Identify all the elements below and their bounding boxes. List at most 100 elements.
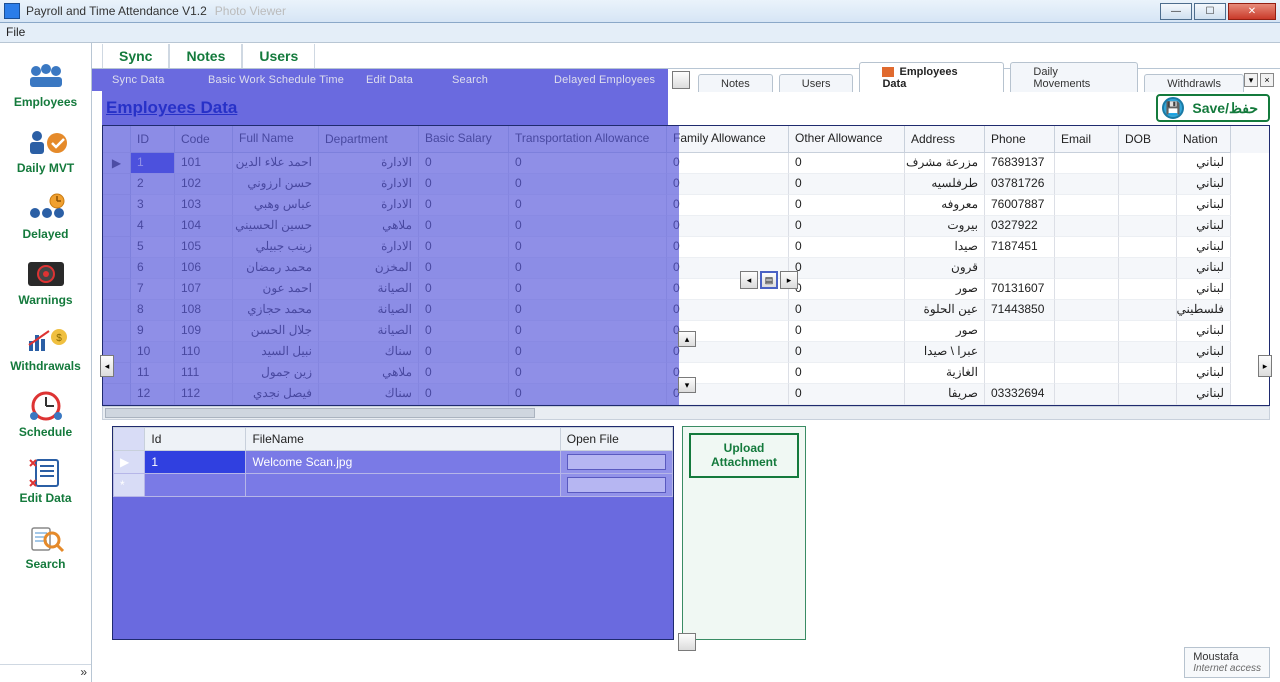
cell-family-allowance[interactable]: 0	[667, 195, 789, 216]
cell-other-allowance[interactable]: 0	[789, 384, 905, 405]
cell-email[interactable]	[1055, 174, 1119, 195]
cell-id[interactable]: 6	[131, 258, 175, 279]
cell-nationality[interactable]: لبناني	[1177, 384, 1231, 405]
doc-tab-users[interactable]: Users	[779, 74, 854, 92]
cell-department[interactable]: سناك	[319, 384, 419, 405]
table-row[interactable]: 6106محمد رمضانالمخزن0000قرونلبناني	[103, 258, 1269, 279]
cell-code[interactable]: 102	[175, 174, 233, 195]
cell-full-name[interactable]: جلال الحسن	[233, 321, 319, 342]
cell-full-name[interactable]: عباس وهبي	[233, 195, 319, 216]
splitter-handle-icon[interactable]	[672, 71, 690, 89]
cell-dob[interactable]	[1119, 300, 1177, 321]
cell-code[interactable]: 105	[175, 237, 233, 258]
splitter-down-button[interactable]: ▾	[678, 377, 696, 393]
table-row[interactable]: ▶1101احمد علاء الدينالادارة0000مزرعة مشر…	[103, 153, 1269, 174]
cell-address[interactable]: عبرا \ صيدا	[905, 342, 985, 363]
cell-full-name[interactable]: زين جمول	[233, 363, 319, 384]
table-row[interactable]: 8108محمد حجازيالصيانة0000عين الحلوة71443…	[103, 300, 1269, 321]
cell-nationality[interactable]: لبناني	[1177, 195, 1231, 216]
tab-close-button[interactable]: ×	[1260, 73, 1274, 87]
cell-basic-salary[interactable]: 0	[419, 321, 509, 342]
cell-dob[interactable]	[1119, 363, 1177, 384]
collapse-right-button[interactable]: ▸	[1258, 355, 1272, 377]
sidebar-item-schedule[interactable]: Schedule	[3, 379, 89, 439]
row-header[interactable]	[103, 174, 131, 195]
cell-other-allowance[interactable]: 0	[789, 300, 905, 321]
cell-basic-salary[interactable]: 0	[419, 174, 509, 195]
cell-nationality[interactable]: لبناني	[1177, 237, 1231, 258]
cell-other-allowance[interactable]: 0	[789, 321, 905, 342]
col-nationality[interactable]: Nation	[1177, 126, 1231, 153]
cell-other-allowance[interactable]: 0	[789, 363, 905, 384]
sidebar-item-search[interactable]: Search	[3, 511, 89, 571]
cell-other-allowance[interactable]: 0	[789, 153, 905, 174]
cell-full-name[interactable]: نبيل السيد	[233, 342, 319, 363]
cell-other-allowance[interactable]: 0	[789, 279, 905, 300]
cell-family-allowance[interactable]: 0	[667, 174, 789, 195]
cell-id[interactable]: 10	[131, 342, 175, 363]
col-transportation[interactable]: Transportation Allowance	[509, 126, 667, 153]
table-row[interactable]: 4104حسين الحسينيملاهي0000بيروت0327922لبن…	[103, 216, 1269, 237]
cell-phone[interactable]	[985, 342, 1055, 363]
cell-id[interactable]: 3	[131, 195, 175, 216]
cell-basic-salary[interactable]: 0	[419, 300, 509, 321]
splitter-handle-bottom-icon[interactable]	[678, 633, 696, 651]
cell-transportation[interactable]: 0	[509, 279, 667, 300]
cell-transportation[interactable]: 0	[509, 216, 667, 237]
cell-nationality[interactable]: لبناني	[1177, 342, 1231, 363]
cell-id[interactable]: 1	[131, 153, 175, 174]
attach-cell-id[interactable]: 1	[145, 451, 246, 474]
cell-phone[interactable]	[985, 363, 1055, 384]
cell-address[interactable]: الغازية	[905, 363, 985, 384]
doc-tab-withdrawls[interactable]: Withdrawls	[1144, 74, 1244, 92]
cell-transportation[interactable]: 0	[509, 153, 667, 174]
cell-other-allowance[interactable]: 0	[789, 195, 905, 216]
cell-transportation[interactable]: 0	[509, 195, 667, 216]
cell-email[interactable]	[1055, 195, 1119, 216]
doc-tab-daily-movements[interactable]: Daily Movements	[1010, 62, 1138, 92]
cell-basic-salary[interactable]: 0	[419, 363, 509, 384]
cell-full-name[interactable]: احمد عون	[233, 279, 319, 300]
ribbon-tab-users[interactable]: Users	[242, 44, 315, 68]
col-phone[interactable]: Phone	[985, 126, 1055, 153]
cell-dob[interactable]	[1119, 321, 1177, 342]
cell-full-name[interactable]: حسين الحسيني	[233, 216, 319, 237]
col-department[interactable]: Department	[319, 126, 419, 153]
sidebar-item-employees[interactable]: Employees	[3, 49, 89, 109]
cell-id[interactable]: 2	[131, 174, 175, 195]
cell-dob[interactable]	[1119, 384, 1177, 405]
cell-phone[interactable]: 71443850	[985, 300, 1055, 321]
cell-full-name[interactable]: احمد علاء الدين	[233, 153, 319, 174]
cell-code[interactable]: 107	[175, 279, 233, 300]
cell-department[interactable]: الادارة	[319, 153, 419, 174]
cell-id[interactable]: 9	[131, 321, 175, 342]
sidebar-item-daily-mvt[interactable]: Daily MVT	[3, 115, 89, 175]
window-maximize-button[interactable]: ☐	[1194, 3, 1226, 20]
cell-code[interactable]: 112	[175, 384, 233, 405]
table-row[interactable]: 3103عباس وهبيالادارة0000معروفه76007887لب…	[103, 195, 1269, 216]
cell-full-name[interactable]: حسن ارزوني	[233, 174, 319, 195]
cell-id[interactable]: 11	[131, 363, 175, 384]
cell-full-name[interactable]: زينب جبيلي	[233, 237, 319, 258]
row-header[interactable]	[103, 279, 131, 300]
cell-department[interactable]: الادارة	[319, 237, 419, 258]
cell-address[interactable]: صيدا	[905, 237, 985, 258]
col-full-name[interactable]: Full Name	[233, 126, 319, 153]
cell-dob[interactable]	[1119, 153, 1177, 174]
col-code[interactable]: Code	[175, 126, 233, 153]
splitter-grip-icon[interactable]: ▤	[760, 271, 778, 289]
attach-col-filename[interactable]: FileName	[246, 428, 560, 451]
cell-nationality[interactable]: لبناني	[1177, 363, 1231, 384]
cell-transportation[interactable]: 0	[509, 237, 667, 258]
cell-family-allowance[interactable]: 0	[667, 300, 789, 321]
row-header[interactable]	[103, 216, 131, 237]
cell-family-allowance[interactable]: 0	[667, 216, 789, 237]
sidebar-item-delayed[interactable]: Delayed	[3, 181, 89, 241]
cell-phone[interactable]	[985, 258, 1055, 279]
col-email[interactable]: Email	[1055, 126, 1119, 153]
attach-col-openfile[interactable]: Open File	[560, 428, 672, 451]
cell-basic-salary[interactable]: 0	[419, 279, 509, 300]
cell-phone[interactable]	[985, 321, 1055, 342]
cell-other-allowance[interactable]: 0	[789, 258, 905, 279]
cell-department[interactable]: الادارة	[319, 195, 419, 216]
